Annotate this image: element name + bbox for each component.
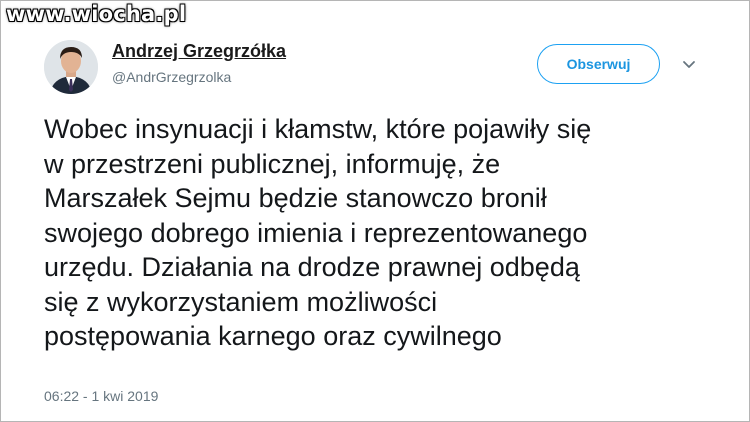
tweet-line: Marszałek Sejmu będzie stanowczo bronił — [44, 183, 547, 213]
tweet-timestamp[interactable]: 06:22 - 1 kwi 2019 — [44, 388, 158, 404]
avatar[interactable] — [44, 40, 98, 94]
tweet-line: swojego dobrego imienia i reprezentowane… — [44, 217, 588, 248]
author-handle[interactable]: @AndrGrzegrzolka — [112, 69, 231, 85]
tweet-line: Wobec insynuacji i kłamstw, które pojawi… — [44, 114, 592, 144]
avatar-photo — [44, 40, 98, 94]
chevron-down-icon[interactable] — [681, 56, 697, 72]
author-name[interactable]: Andrzej Grzegrzółka — [112, 41, 286, 62]
tweet-line: się z wykorzystaniem możliwości — [44, 286, 438, 317]
tweet-line: urzędu. Działania na drodze prawnej odbę… — [44, 252, 580, 282]
tweet-line: postępowania karnego oraz cywilnego — [44, 321, 502, 351]
follow-button[interactable]: Obserwuj — [537, 44, 660, 84]
tweet-text: Wobec insynuacji i kłamstw, które pojawi… — [44, 112, 724, 354]
watermark: www.wiocha.pl — [6, 2, 187, 26]
tweet-line: w przestrzeni publicznej, informuję, że — [44, 148, 501, 179]
